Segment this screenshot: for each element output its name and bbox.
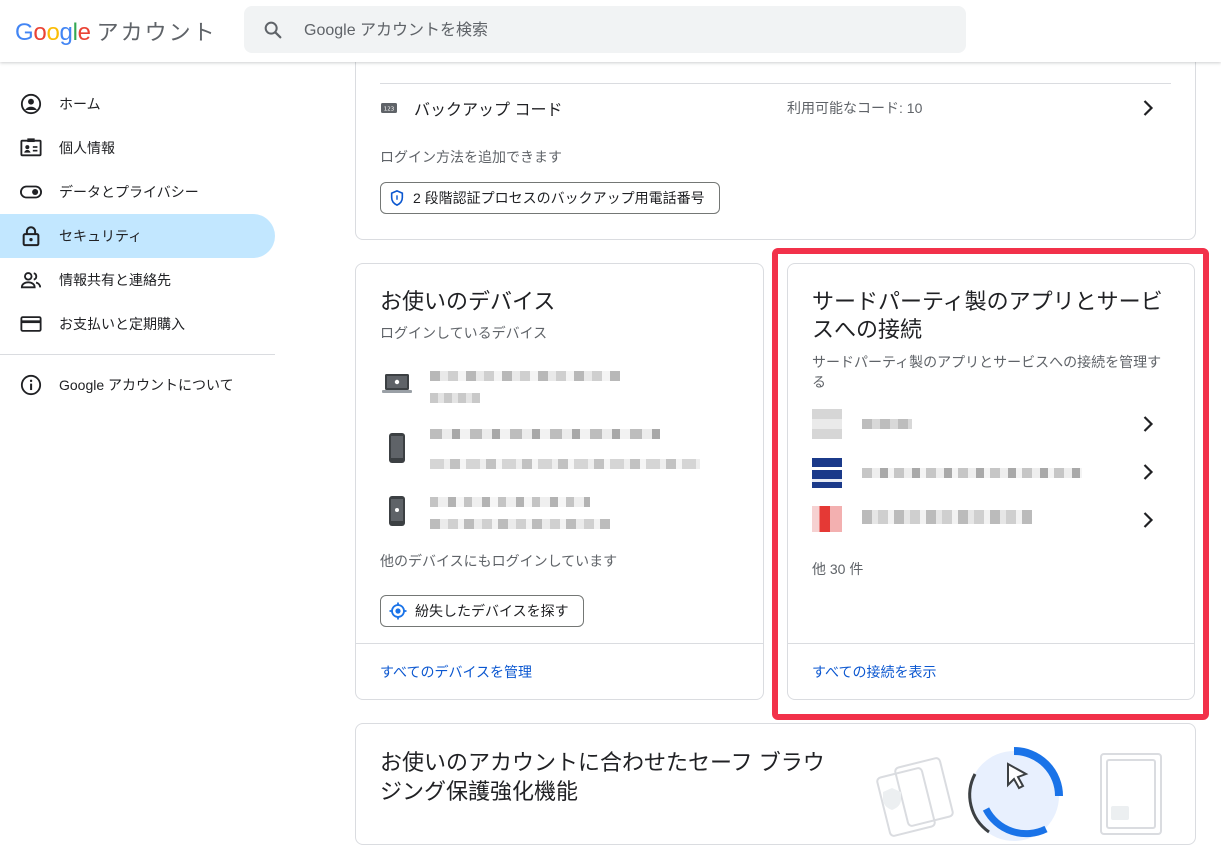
sidebar-item-payments[interactable]: お支払いと定期購入 [0,302,275,346]
logo-letter: o [46,19,60,46]
sidebar-item-security[interactable]: セキュリティ [0,214,275,258]
toggle-icon [20,181,42,203]
safe-browsing-title: お使いのアカウントに合わせたセーフ ブラウジング保護強化機能 [380,750,825,804]
backup-codes-row[interactable]: 123 バックアップ コード 利用可能なコード: 10 [380,85,1170,131]
redacted-device-detail [430,393,480,403]
safe-browsing-illustration [876,747,1162,841]
redacted-device-name [430,371,620,381]
app-row[interactable] [812,402,1170,446]
search-icon[interactable] [262,19,284,41]
chevron-right-icon [1143,512,1154,528]
search-bar[interactable] [244,6,966,55]
device-row[interactable] [380,361,740,405]
devices-title: お使いのデバイス [380,289,556,314]
more-apps-count: 他 30 件 [812,561,864,577]
sidebar-item-label: Google アカウントについて [59,377,234,393]
sidebar-item-sharing[interactable]: 情報共有と連絡先 [0,258,275,302]
sidebar-item-label: データとプライバシー [59,184,199,200]
apps-title: サードパーティ製のアプリとサービスへの接続 [812,289,1163,342]
chevron-right-icon [1143,100,1154,116]
svg-text:123: 123 [384,107,395,113]
third-party-apps-card: サードパーティ製のアプリとサービスへの接続 サードパーティ製のアプリとサービスへ… [787,263,1195,700]
sidebar-item-home[interactable]: ホーム [0,82,275,126]
backup-codes-label: バックアップ コード [414,102,563,119]
shield-icon [389,190,405,206]
backup-phone-button[interactable]: 2 段階認証プロセスのバックアップ用電話番号 [380,182,720,214]
laptop-icon [382,374,412,393]
logo-letter: e [77,19,91,46]
redacted-app-name [862,419,912,429]
search-input[interactable] [302,6,946,55]
logo-letter: g [59,19,73,46]
safe-browsing-card: お使いのアカウントに合わせたセーフ ブラウジング保護強化機能 [355,723,1196,845]
manage-devices-link[interactable]: すべてのデバイスを管理 [380,662,532,682]
logo-letter: G [15,19,34,46]
divider [380,83,1171,84]
locate-icon [389,602,407,620]
backup-phone-label: 2 段階認証プロセスのバックアップ用電話番号 [413,190,705,206]
sidebar-item-label: セキュリティ [59,228,143,244]
redacted-device-detail [430,459,700,469]
sidebar-nav: ホーム 個人情報 データとプライバシー セキュリティ 情報共有と連絡先 お支払い… [0,82,275,407]
devices-card: お使いのデバイス ログインしているデバイス 他のデバイスにもログインしています … [355,263,764,700]
redacted-app-name [862,510,1032,524]
credit-card-icon [20,313,42,335]
add-signin-text: ログイン方法を追加できます [380,149,562,165]
apps-footer: すべての接続を表示 [788,643,1194,699]
app-blue-icon [812,458,842,488]
home-icon [20,93,42,115]
person-card-icon [20,137,42,159]
sidebar-item-label: 情報共有と連絡先 [59,272,171,288]
info-icon [20,374,42,396]
logo-letter: o [33,19,47,46]
sidebar-item-label: お支払いと定期購入 [59,316,185,332]
sidebar-item-data-privacy[interactable]: データとプライバシー [0,170,275,214]
scrollbar[interactable] [1215,62,1221,815]
people-icon [20,269,42,291]
app-red-icon [812,506,842,532]
app-row[interactable] [812,450,1170,494]
sidebar-divider [0,354,275,355]
redacted-device-name [430,497,590,507]
chevron-right-icon [1143,464,1154,480]
apps-subtitle: サードパーティ製のアプリとサービスへの接続を管理する [812,354,1162,390]
redacted-device-detail [430,519,610,529]
app-row[interactable] [812,498,1170,542]
sidebar-item-label: ホーム [59,96,101,112]
other-devices-text: 他のデバイスにもログインしています [380,553,618,569]
sidebar-item-about[interactable]: Google アカウントについて [0,363,275,407]
phone-icon [389,433,405,463]
device-row[interactable] [380,489,740,533]
google-account-logo[interactable]: Google アカウント [15,15,217,47]
device-row[interactable] [380,424,740,469]
view-all-connections-link[interactable]: すべての接続を表示 [812,662,936,682]
lock-icon [20,225,42,247]
find-device-button[interactable]: 紛失したデバイスを探す [380,595,584,627]
iphone-icon [389,496,405,526]
logo-suffix: アカウント [96,20,217,45]
sidebar-item-personal-info[interactable]: 個人情報 [0,126,275,170]
redacted-device-name [430,429,660,439]
sidebar-item-label: 個人情報 [59,140,115,156]
app-header: Google アカウント [0,0,1221,62]
backup-codes-icon: 123 [381,103,397,113]
find-device-label: 紛失したデバイスを探す [415,603,569,619]
backup-codes-count: 利用可能なコード: 10 [787,100,923,116]
devices-subtitle: ログインしているデバイス [380,325,548,341]
chevron-right-icon [1143,416,1154,432]
devices-footer: すべてのデバイスを管理 [356,643,763,699]
app-gray-icon [812,409,842,439]
redacted-app-name [862,468,1082,478]
